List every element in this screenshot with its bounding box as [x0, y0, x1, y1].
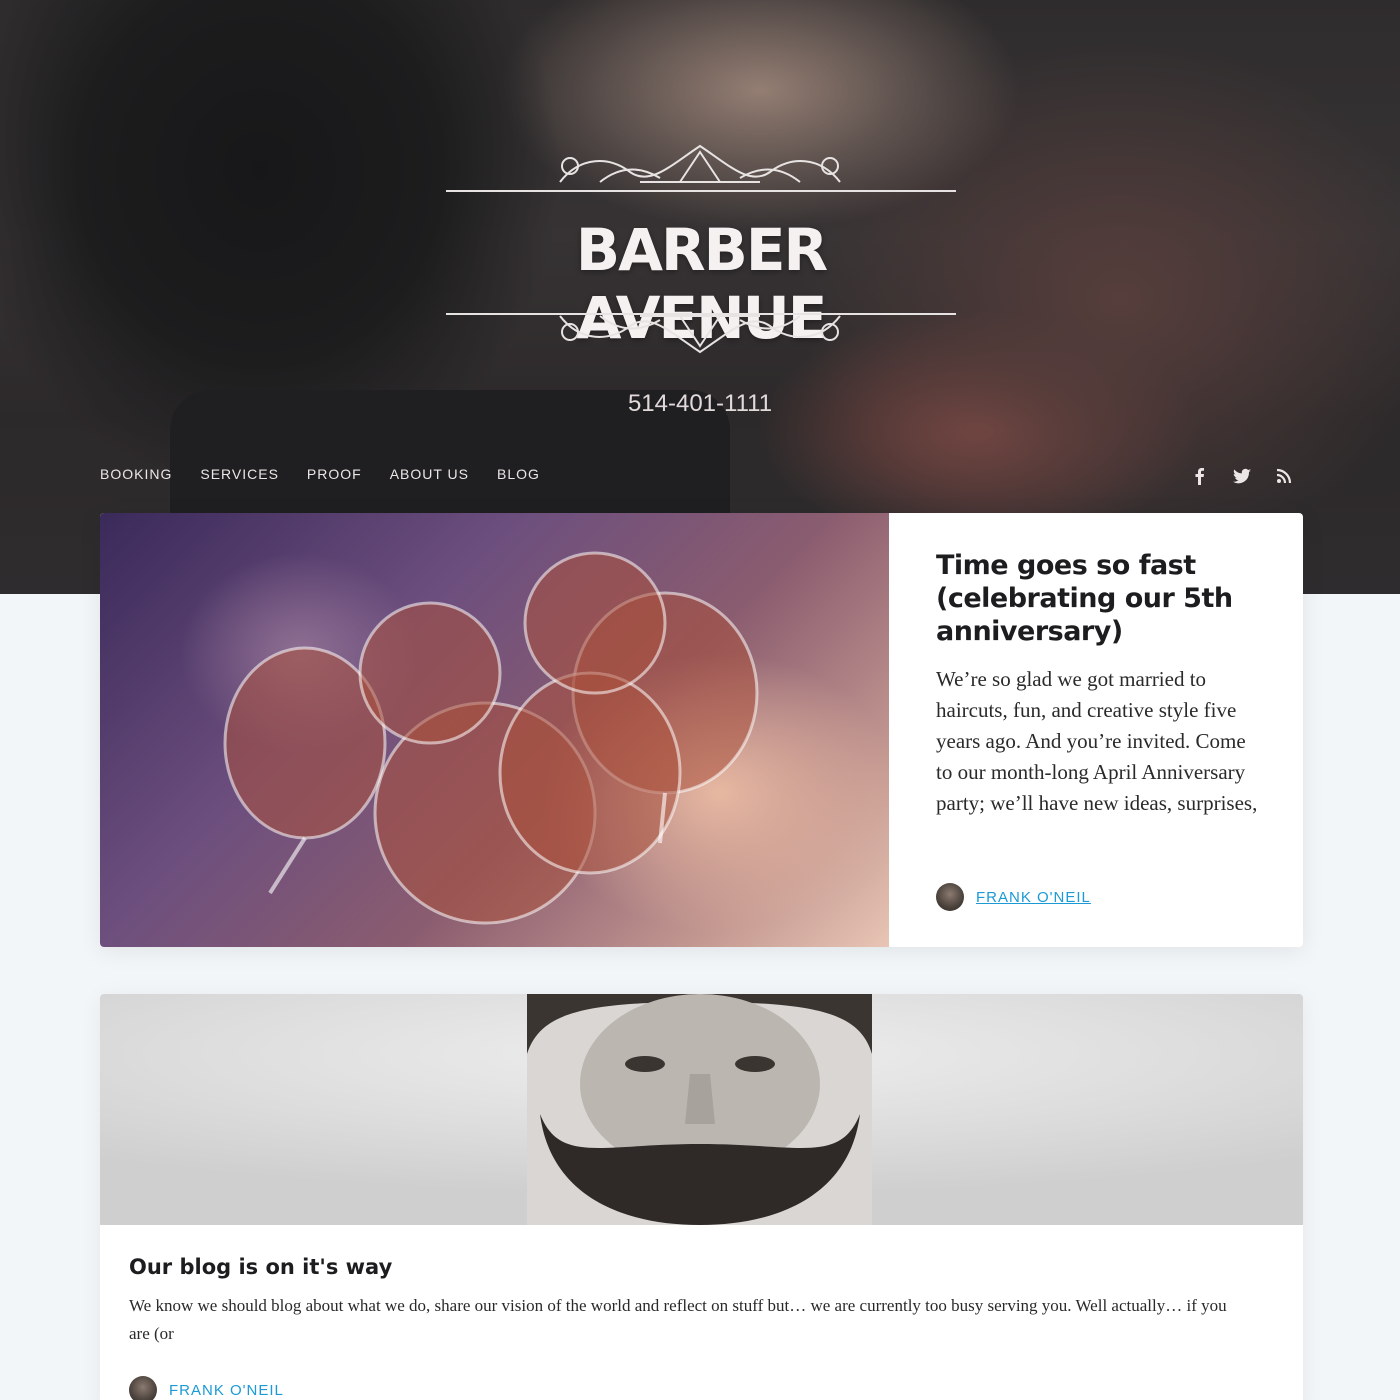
avatar[interactable]: [129, 1376, 157, 1400]
post-title[interactable]: Our blog is on it's way: [129, 1255, 392, 1279]
social-links: [1190, 466, 1294, 486]
post-author: FRANK O'NEIL: [129, 1376, 284, 1400]
nav-item-about-us[interactable]: ABOUT US: [390, 466, 469, 482]
post-image-portrait[interactable]: [100, 994, 1303, 1225]
logo-rule-top: [446, 190, 956, 192]
portrait-icon: [527, 994, 872, 1225]
rss-icon[interactable]: [1274, 466, 1294, 486]
main-nav: BOOKING SERVICES PROOF ABOUT US BLOG: [100, 466, 568, 482]
ornament-bottom-icon: [559, 315, 841, 354]
brand-logo[interactable]: BARBER AVENUE: [446, 128, 956, 368]
post-card-featured[interactable]: Time goes so fast (celebrating our 5th a…: [100, 513, 1303, 947]
nav-item-blog[interactable]: BLOG: [497, 466, 540, 482]
post-author: FRANK O'NEIL: [936, 883, 1091, 911]
twitter-icon[interactable]: [1232, 466, 1252, 486]
phone-number[interactable]: 514-401-1111: [500, 390, 900, 418]
nav-item-proof[interactable]: PROOF: [307, 466, 362, 482]
avatar[interactable]: [936, 883, 964, 911]
facebook-icon[interactable]: [1190, 466, 1210, 486]
author-link[interactable]: FRANK O'NEIL: [976, 889, 1091, 906]
post-body: Time goes so fast (celebrating our 5th a…: [936, 549, 1266, 819]
ornament-top-icon: [559, 144, 841, 183]
post-title[interactable]: Time goes so fast (celebrating our 5th a…: [936, 549, 1266, 648]
post-excerpt: We know we should blog about what we do,…: [129, 1296, 1227, 1343]
nav-item-booking[interactable]: BOOKING: [100, 466, 172, 482]
nav-item-services[interactable]: SERVICES: [200, 466, 279, 482]
post-card[interactable]: Our blog is on it's way We know we shoul…: [100, 994, 1303, 1400]
post-excerpt: We’re so glad we got married to haircuts…: [936, 667, 1258, 815]
toast-glasses-icon: [223, 551, 759, 925]
post-image-toast[interactable]: [100, 513, 889, 947]
author-link[interactable]: FRANK O'NEIL: [169, 1382, 284, 1399]
